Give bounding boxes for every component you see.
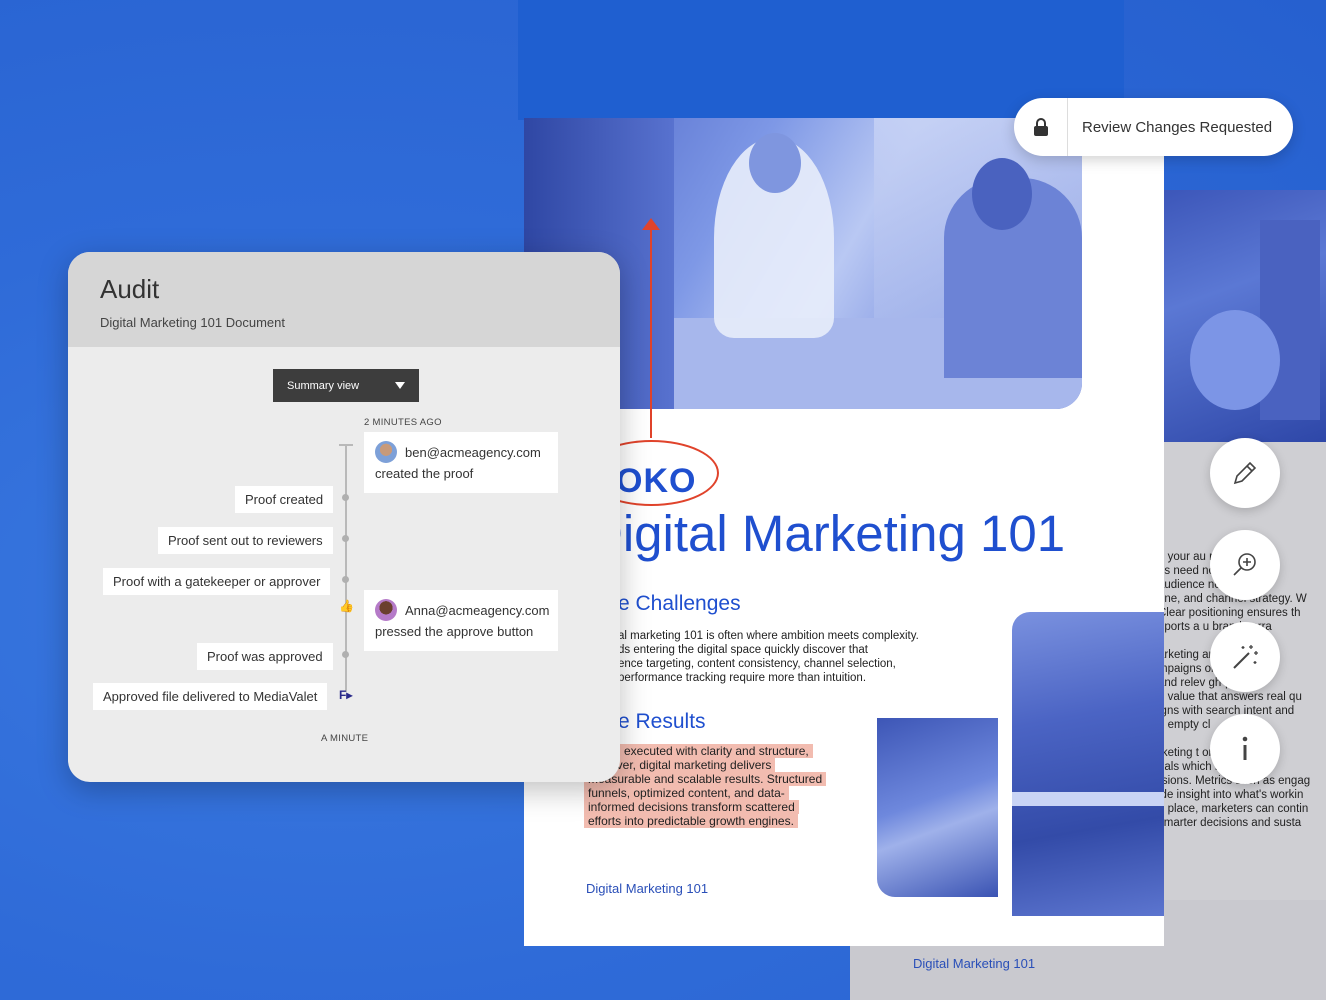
- back-page-line: n place, marketers can contin: [1158, 803, 1309, 815]
- doc-title: Digital Marketing 101: [586, 505, 1066, 562]
- status-label: Review Changes Requested: [1082, 118, 1273, 136]
- back-page-line: igns with search intent and: [1158, 705, 1295, 717]
- info-icon: [1242, 736, 1248, 760]
- zoom-tool-button[interactable]: [1210, 530, 1280, 600]
- annotation-arrow: [650, 224, 652, 438]
- card-user: ben@acmeagency.com: [405, 444, 541, 460]
- time-label-bottom: A MINUTE: [321, 733, 369, 744]
- info-tool-button[interactable]: [1210, 714, 1280, 784]
- audit-subtitle: Digital Marketing 101 Document: [100, 315, 285, 330]
- timeline-dot: [342, 651, 349, 658]
- pencil-tool-button[interactable]: [1210, 438, 1280, 508]
- summary-view-label: Summary view: [287, 379, 360, 392]
- document-page[interactable]: OKO Digital Marketing 101 e Challenges a…: [524, 118, 1164, 946]
- event-proof-approved[interactable]: Proof was approved: [197, 643, 333, 670]
- avatar: [375, 599, 397, 621]
- results-heading: e Results: [618, 710, 706, 733]
- activity-card-anna[interactable]: Anna@acmeagency.com pressed the approve …: [364, 590, 558, 651]
- zoom-in-icon: [1233, 553, 1256, 576]
- doc-footer: Digital Marketing 101: [586, 881, 709, 896]
- doc-logo: OKO: [616, 462, 697, 500]
- back-page-line: ide insight into what's workin: [1158, 789, 1304, 801]
- back-page-footer: Digital Marketing 101: [913, 956, 1036, 971]
- review-status-pill[interactable]: Review Changes Requested: [1014, 98, 1293, 156]
- timeline-dot: [342, 576, 349, 583]
- back-page-line: h empty cl: [1158, 719, 1211, 731]
- event-proof-sent[interactable]: Proof sent out to reviewers: [158, 527, 333, 554]
- back-page-line: g value that answers real qu: [1158, 691, 1302, 703]
- annotation-arrow-head: [642, 218, 660, 230]
- card-action: created the proof: [375, 466, 474, 481]
- magic-wand-tool-button[interactable]: [1210, 622, 1280, 692]
- timeline-dot: [342, 535, 349, 542]
- event-proof-gatekeeper[interactable]: Proof with a gatekeeper or approver: [103, 568, 331, 595]
- highlighted-comment-text[interactable]: executed with clarity and structure, eve…: [584, 744, 827, 828]
- back-page-line: smarter decisions and susta: [1158, 817, 1302, 829]
- event-proof-created[interactable]: Proof created: [235, 486, 334, 513]
- audit-panel: Audit Digital Marketing 101 Document Sum…: [68, 252, 620, 782]
- photo-laptop-women: [1012, 612, 1164, 916]
- summary-view-select[interactable]: Summary view: [273, 369, 419, 402]
- activity-card-ben[interactable]: ben@acmeagency.com created the proof: [364, 432, 558, 493]
- time-label-top: 2 MINUTES AGO: [364, 417, 442, 428]
- card-action: pressed the approve button: [375, 624, 534, 639]
- avatar: [375, 441, 397, 463]
- audit-header: Audit Digital Marketing 101 Document: [68, 252, 620, 347]
- magic-wand-icon: [1233, 645, 1258, 669]
- thumbs-up-icon: 👍: [339, 599, 354, 613]
- challenges-heading: e Challenges: [618, 592, 741, 615]
- timeline-start-tick: [339, 444, 353, 446]
- event-file-delivered[interactable]: Approved file delivered to MediaValet: [93, 683, 328, 710]
- pencil-icon: [1233, 461, 1257, 485]
- photo-students: [877, 718, 998, 897]
- audit-title: Audit: [100, 274, 160, 304]
- back-page-photo: [1150, 190, 1326, 442]
- timeline-dot: [342, 494, 349, 501]
- card-user: Anna@acmeagency.com: [405, 602, 550, 618]
- mediavalet-icon: F▸: [339, 688, 353, 702]
- back-page-line: Clear positioning ensures th: [1158, 607, 1301, 619]
- chevron-down-icon: [395, 382, 405, 389]
- lock-icon: [1014, 98, 1068, 156]
- challenges-text: al marketing 101 is often where ambition…: [618, 630, 919, 684]
